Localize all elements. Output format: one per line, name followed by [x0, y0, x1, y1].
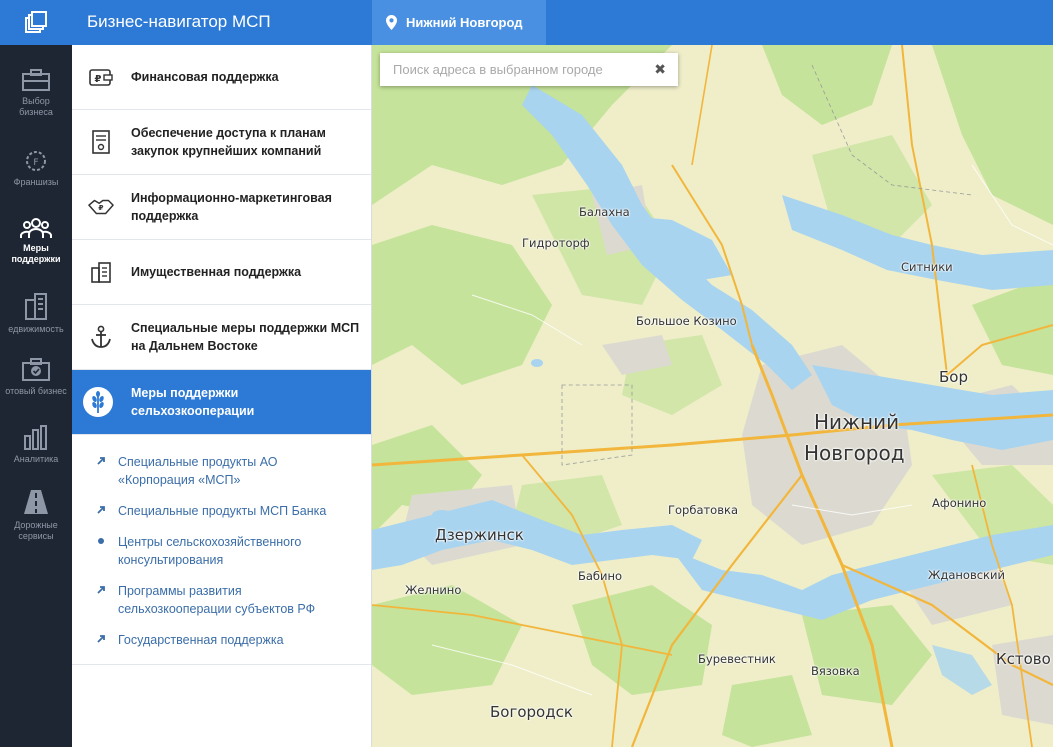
dot-bullet-icon — [98, 538, 104, 544]
subitem-label: Специальные продукты АО «Корпорация «МСП… — [118, 455, 278, 487]
ready-business-icon — [22, 358, 50, 381]
rail-label: Выбор — [22, 96, 50, 106]
map-label-gidrotorf: Гидроторф — [522, 236, 590, 250]
map-label-dzerzhinsk: Дзержинск — [435, 526, 524, 544]
anchor-icon — [88, 324, 114, 350]
rail-label: поддержки — [11, 254, 61, 264]
map-label-zhdanovsky: Ждановский — [928, 568, 1005, 582]
map-label-bolshoe-kozino: Большое Козино — [636, 314, 737, 328]
map-label-zhelnino: Желнино — [405, 583, 462, 597]
subitem-msp-bank-products[interactable]: Специальные продукты МСП Банка — [72, 502, 371, 520]
support-panel: ₽ Финансовая поддержка Обеспечение досту… — [72, 45, 372, 747]
briefcase-icon — [22, 69, 50, 91]
building-icon — [25, 293, 47, 320]
arrow-up-right-icon — [97, 635, 105, 643]
top-bar: Бизнес-навигатор МСП Нижний Новгород — [72, 0, 1053, 45]
map-label-bogorodsk: Богородск — [490, 703, 573, 721]
rail-item-real-estate[interactable]: едвижимость — [0, 292, 72, 335]
franchise-icon: F — [26, 151, 46, 171]
map-label-babino: Бабино — [578, 569, 623, 583]
subitem-label: Программы развития сельхозкооперации суб… — [118, 584, 316, 616]
arrow-up-right-icon — [97, 586, 105, 594]
layers-icon — [25, 10, 47, 33]
subitem-label: Специальные продукты МСП Банка — [118, 504, 327, 518]
rail-item-franchises[interactable]: F Франшизы — [0, 149, 72, 188]
city-selector[interactable]: Нижний Новгород — [372, 0, 546, 45]
map-label-bor: Бор — [939, 368, 968, 386]
left-rail: Выбор бизнеса F Франшизы Меры поддержки — [0, 0, 72, 747]
category-agricultural-cooperation[interactable]: Меры поддержки сельхозкооперации — [72, 370, 371, 435]
map-view[interactable]: ✖ Балахна Гидроторф Ситники Большое Кози… — [372, 45, 1053, 747]
arrow-up-right-icon — [97, 457, 105, 465]
map-label-afonino: Афонино — [932, 496, 987, 510]
road-icon — [24, 490, 48, 514]
rail-item-ready-business[interactable]: отовый бизнес — [0, 358, 72, 397]
rail-label: едвижимость — [8, 324, 64, 334]
map-label-gorbatovka: Горбатовка — [668, 503, 738, 517]
subitem-label: Государственная поддержка — [118, 633, 284, 647]
rail-item-support-measures[interactable]: Меры поддержки — [0, 217, 72, 265]
svg-text:₽: ₽ — [98, 203, 103, 212]
svg-text:F: F — [33, 158, 38, 168]
app-root: Выбор бизнеса F Франшизы Меры поддержки — [0, 0, 1053, 747]
handshake-icon: ₽ — [88, 194, 114, 220]
arrow-up-right-icon — [97, 506, 105, 514]
category-info-marketing[interactable]: ₽ Информационно-маркетинговая поддержка — [72, 175, 371, 240]
bar-chart-icon — [24, 425, 47, 450]
map-label-balakhna: Балахна — [579, 205, 630, 219]
category-label: Специальные меры поддержки МСП на Дальне… — [131, 321, 360, 353]
rail-label: сервисы — [18, 531, 54, 541]
category-property-support[interactable]: Имущественная поддержка — [72, 240, 371, 305]
map-canvas[interactable] — [372, 45, 1053, 747]
subitem-regional-programs[interactable]: Программы развития сельхозкооперации суб… — [72, 582, 371, 618]
map-label-burevestnik: Буревестник — [698, 652, 776, 666]
address-search: ✖ — [380, 53, 678, 86]
category-label: Меры поддержки сельхозкооперации — [131, 386, 255, 418]
subitem-msp-corporation-products[interactable]: Специальные продукты АО «Корпорация «МСП… — [72, 453, 371, 489]
rail-label: Дорожные — [14, 520, 58, 530]
map-label-nizhny: Нижний — [814, 410, 900, 434]
subitem-agri-consulting-centers[interactable]: Центры сельскохозяйственного консультиро… — [72, 533, 371, 569]
subitem-label: Центры сельскохозяйственного консультиро… — [118, 535, 302, 567]
rail-label: Меры — [23, 243, 49, 253]
rail-label: Аналитика — [13, 454, 59, 464]
clear-search-button[interactable]: ✖ — [654, 61, 666, 78]
category-label: Имущественная поддержка — [131, 265, 302, 279]
rail-label: бизнеса — [19, 107, 53, 117]
subitem-state-support[interactable]: Государственная поддержка — [72, 631, 371, 649]
app-logo[interactable] — [0, 0, 72, 45]
category-financial-support[interactable]: ₽ Финансовая поддержка — [72, 45, 371, 110]
map-label-kstovo: Кстово — [996, 650, 1051, 668]
wheat-icon — [83, 387, 113, 417]
subitem-list: Специальные продукты АО «Корпорация «МСП… — [72, 435, 371, 665]
category-far-east[interactable]: Специальные меры поддержки МСП на Дальне… — [72, 305, 371, 370]
rail-label: Франшизы — [13, 177, 59, 187]
rail-item-analytics[interactable]: Аналитика — [0, 424, 72, 465]
rail-label: отовый бизнес — [5, 386, 67, 396]
svg-text:₽: ₽ — [95, 74, 102, 85]
address-search-input[interactable] — [393, 62, 653, 77]
category-label: Обеспечение доступа к планам закупок кру… — [131, 126, 326, 158]
rail-item-business-choice[interactable]: Выбор бизнеса — [0, 68, 72, 118]
people-group-icon — [20, 218, 52, 238]
map-label-vyazovka: Вязовка — [811, 664, 860, 678]
category-label: Информационно-маркетинговая поддержка — [131, 191, 332, 223]
document-icon — [88, 129, 114, 155]
category-procurement-access[interactable]: Обеспечение доступа к планам закупок кру… — [72, 110, 371, 175]
office-building-icon — [88, 259, 114, 285]
category-label: Финансовая поддержка — [131, 70, 279, 84]
map-label-sitniki: Ситники — [901, 260, 953, 274]
rail-item-road-services[interactable]: Дорожные сервисы — [0, 488, 72, 542]
city-name: Нижний Новгород — [406, 15, 523, 30]
location-pin-icon — [386, 15, 397, 30]
app-title: Бизнес-навигатор МСП — [87, 12, 271, 31]
map-label-novgorod: Новгород — [804, 441, 905, 465]
ruble-card-icon: ₽ — [88, 64, 114, 90]
